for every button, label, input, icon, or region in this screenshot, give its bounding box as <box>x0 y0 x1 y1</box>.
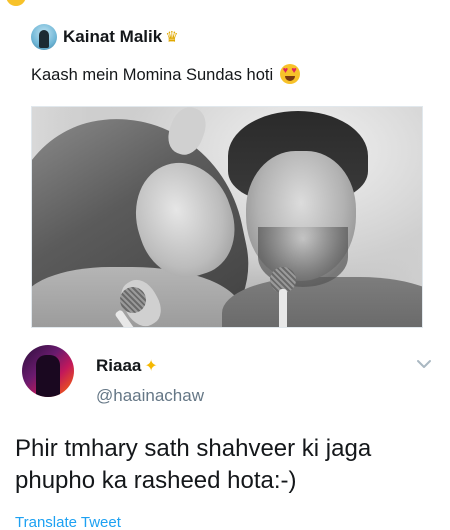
quoted-author-name[interactable]: Kainat Malik <box>63 27 162 47</box>
reply-tweet-text: Phir tmhary sath shahveer ki jaga phupho… <box>15 435 372 494</box>
crown-icon: ♛ <box>165 29 179 46</box>
reply-author-name-row: Riaaa ✦ <box>96 356 158 376</box>
heart-eyes-icon <box>279 64 300 84</box>
quoted-tweet-text-content: Kaash mein Momina Sundas hoti <box>31 66 274 84</box>
quoted-tweet-card[interactable]: Kainat Malik ♛ Kaash mein Momina Sundas … <box>15 18 437 336</box>
chevron-down-icon[interactable] <box>416 357 432 371</box>
translate-tweet-link[interactable]: Translate Tweet <box>15 514 121 530</box>
quoted-author-avatar[interactable] <box>31 24 57 50</box>
reply-author-handle[interactable]: @haainachaw <box>96 386 204 406</box>
reply-author-avatar[interactable] <box>22 345 74 397</box>
quoted-tweet-photo[interactable] <box>31 106 423 328</box>
reply-author-name[interactable]: Riaaa <box>96 356 141 376</box>
sparkles-icon: ✦ <box>144 358 158 375</box>
quoted-tweet-text: Kaash mein Momina Sundas hoti <box>31 64 300 85</box>
emoji-partial-icon <box>6 0 26 6</box>
quoted-tweet-header: Kainat Malik ♛ <box>31 24 179 50</box>
